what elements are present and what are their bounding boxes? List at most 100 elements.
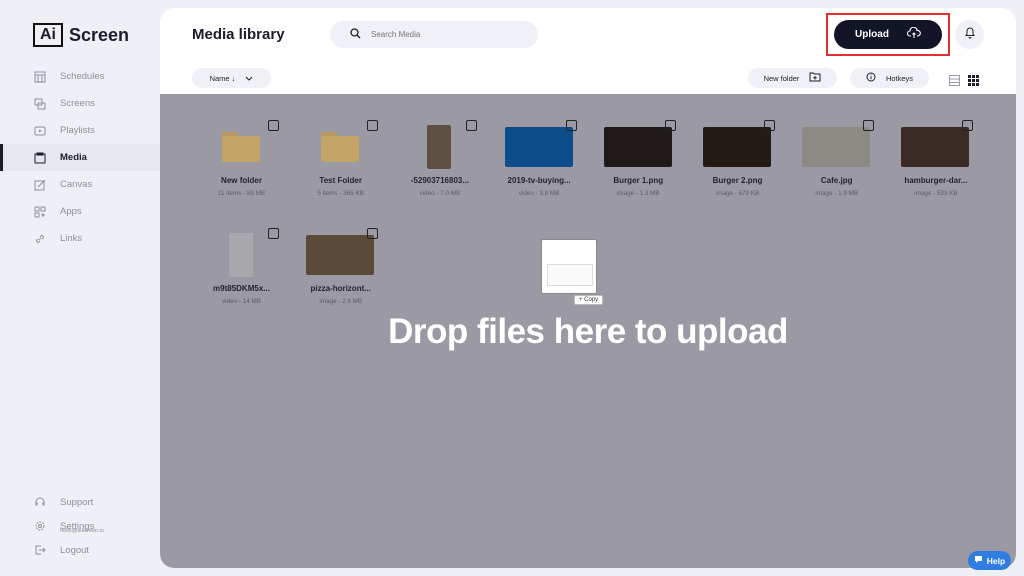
upload-button[interactable]: Upload [834,20,942,49]
select-checkbox[interactable] [268,228,279,239]
hotkeys-button[interactable]: Hotkeys [850,68,929,88]
item-meta: image - 1.3 MB [616,190,660,197]
media-item[interactable]: Burger 2.png image - 679 KB [689,120,786,220]
drag-preview-thumbnail [541,239,597,294]
grid-view-icon[interactable] [968,73,979,86]
item-meta: 5 items - 365 KB [317,190,364,197]
chevron-down-icon [245,74,253,83]
media-item[interactable]: 2019-tv-buying... video - 3.8 MB [491,120,588,220]
item-name: Test Folder [319,176,362,185]
thumbnail-wrap [702,126,772,168]
sidebar-item-screens[interactable]: Screens [0,90,160,117]
media-thumbnail [603,127,672,167]
upload-label: Upload [855,29,889,40]
select-checkbox[interactable] [664,120,676,131]
help-label: Help [986,555,1006,566]
hotkeys-label: Hotkeys [885,73,914,83]
media-grid-drop-zone[interactable]: New folder 11 items - 89 MB Test Folder 5 i… [160,94,1016,568]
sidebar-item-label: Screens [60,98,95,109]
cloud-upload-icon [906,26,921,42]
item-name: Burger 2.png [712,176,763,185]
media-item[interactable]: Burger 1.png image - 1.3 MB [590,120,687,220]
media-thumbnail [703,127,771,167]
media-item[interactable]: hamburger-dar... image - 533 KB [887,120,984,220]
folder-add-icon [809,72,821,84]
sidebar-item-logout[interactable]: Logout [0,538,160,562]
item-meta: image - 533 KB [914,190,958,197]
thumbnail-wrap [504,126,574,168]
item-meta: image - 1.9 MB [815,190,859,197]
thumbnail-wrap [305,126,375,168]
sidebar-item-settings[interactable]: Settings [0,514,160,538]
search-box[interactable] [330,21,538,48]
media-thumbnail [427,125,452,169]
item-meta: image - 2.6 MB [319,298,363,305]
settings-email: hello@aiscreen.io [60,528,104,534]
item-meta: video - 7.0 MB [419,190,461,197]
media-item[interactable]: Cafe.jpg image - 1.9 MB [788,120,885,220]
item-name: New folder [221,176,262,185]
media-icon [33,151,46,164]
thumbnail-wrap [305,234,375,276]
item-meta: 11 items - 89 MB [217,190,266,197]
logo[interactable]: Ai Screen [33,23,129,47]
item-meta: video - 14 MB [222,298,261,305]
thumbnail-wrap [900,126,970,168]
notification-button[interactable] [955,20,984,49]
logout-icon [33,544,46,557]
logo-box: Ai [33,23,63,47]
sidebar-bottom-nav: Support Settings Logout [0,490,160,562]
info-icon [866,72,876,84]
sidebar-item-canvas[interactable]: Canvas [0,171,160,198]
new-folder-label: New folder [763,73,800,83]
headset-icon [33,496,46,509]
sidebar-item-label: Schedules [60,71,105,82]
screens-icon [33,97,46,110]
sort-dropdown[interactable]: Name ↓ [192,68,271,88]
sidebar-item-links[interactable]: Links [0,225,160,252]
media-item[interactable]: -52903716803... video - 7.0 MB [391,120,488,220]
sort-label: Name ↓ [209,73,236,83]
sidebar-item-media[interactable]: Media [0,144,160,171]
thumbnail-wrap [206,233,276,277]
select-checkbox[interactable] [367,228,379,239]
item-meta: video - 3.8 MB [518,190,560,197]
sidebar-item-label: Canvas [60,179,93,190]
sidebar-nav: Schedules Screens Playlists Media Canvas [0,63,160,252]
select-checkbox[interactable] [764,120,775,131]
select-checkbox[interactable] [466,120,478,131]
search-input[interactable] [371,30,521,39]
sidebar-item-label: Media [60,152,87,163]
folder-item[interactable]: Test Folder 5 items - 365 KB [292,120,389,220]
sidebar-item-label: Support [60,496,94,508]
list-view-icon[interactable] [949,73,960,86]
select-checkbox[interactable] [962,120,974,131]
sidebar-item-apps[interactable]: Apps [0,198,160,225]
new-folder-button[interactable]: New folder [748,68,837,88]
sidebar-item-support[interactable]: Support [0,490,160,514]
sidebar-item-schedules[interactable]: Schedules [0,63,160,90]
folder-icon [321,132,360,162]
help-button[interactable]: Help [968,551,1011,570]
bell-icon [964,26,976,44]
chat-icon [974,555,983,566]
drag-preview-inner [547,264,593,286]
sidebar-item-label: Apps [60,206,82,217]
toolbar: Name ↓ New folder Hotkeys [160,62,1016,94]
sidebar-item-label: Playlists [60,125,95,136]
media-thumbnail [901,127,970,167]
canvas-icon [33,178,46,191]
select-checkbox[interactable] [565,120,577,131]
sidebar-item-playlists[interactable]: Playlists [0,117,160,144]
main-panel: Media library Upload Name ↓ [160,8,1016,568]
apps-icon [33,205,46,218]
thumbnail-wrap [801,126,871,168]
select-checkbox[interactable] [863,120,875,131]
item-name: hamburger-dar... [904,176,968,185]
media-thumbnail [306,235,375,275]
select-checkbox[interactable] [367,120,379,131]
calendar-icon [33,70,46,83]
select-checkbox[interactable] [268,120,279,131]
folder-item[interactable]: New folder 11 items - 89 MB [193,120,290,220]
item-name: m9t85DKM5x... [213,284,270,293]
